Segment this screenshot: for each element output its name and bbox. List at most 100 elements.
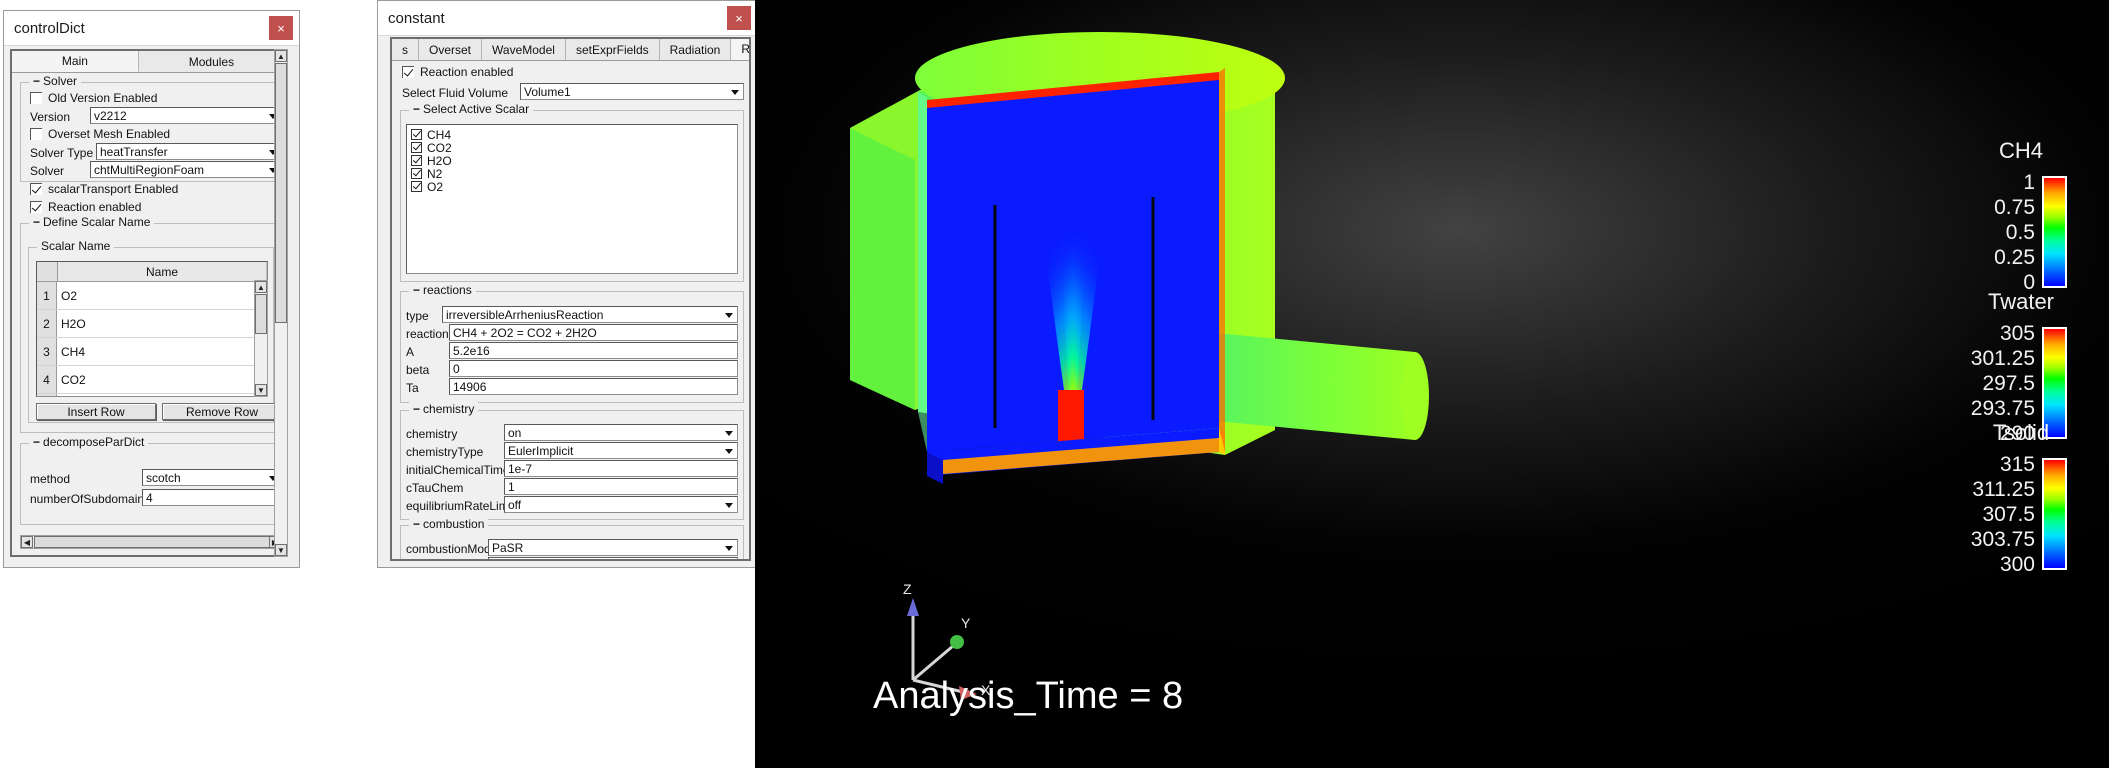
scrollbar-thumb[interactable] (275, 63, 287, 323)
remove-row-button[interactable]: Remove Row (162, 403, 282, 420)
overset-mesh-enabled-checkbox[interactable]: Overset Mesh Enabled (30, 127, 170, 141)
controldict-titlebar[interactable]: controlDict × (4, 11, 299, 46)
table-row[interactable]: 5 (37, 394, 267, 396)
old-version-enabled-checkbox[interactable]: Old Version Enabled (30, 91, 157, 105)
chemistry-type-combo[interactable]: EulerImplicit (504, 442, 738, 459)
reaction-enabled-checkbox[interactable]: Reaction enabled (402, 65, 513, 79)
render-view[interactable]: Z Y X Analysis_Time = 8 CH4 1 0.75 0.5 0… (755, 0, 2109, 768)
scrollbar-thumb[interactable] (255, 294, 267, 334)
scalar-transport-enabled-checkbox[interactable]: scalarTransport Enabled (30, 182, 178, 196)
cmix-input[interactable]: 1 (488, 557, 738, 559)
list-item[interactable]: CO2 (407, 141, 737, 155)
collapse-icon[interactable]: − (33, 435, 40, 449)
tab-setexprfields[interactable]: setExprFields (565, 39, 660, 60)
solver-type-combo[interactable]: heatTransfer (96, 143, 282, 160)
define-scalar-name-label[interactable]: − Define Scalar Name (29, 215, 155, 229)
controldict-horizontal-scrollbar[interactable]: ◀ ▶ (20, 535, 282, 549)
scalar-name-table[interactable]: Name 1 O2 2 H2O 3 CH4 4 CO2 (36, 261, 268, 397)
ctauchem-input[interactable]: 1 (504, 478, 738, 495)
table-row[interactable]: 2 H2O (37, 310, 267, 338)
table-row[interactable]: 3 CH4 (37, 338, 267, 366)
method-combo[interactable]: scotch (142, 469, 282, 486)
collapse-icon[interactable]: − (413, 102, 420, 116)
checkbox-glyph[interactable] (411, 142, 422, 153)
controldict-vertical-scrollbar[interactable]: ▲ ▼ (274, 49, 288, 557)
active-scalar-listbox[interactable]: CH4 CO2 H2O N2 O2 (406, 124, 738, 274)
svg-text:Y: Y (961, 615, 971, 631)
scalar-table-scrollbar[interactable]: ▲ ▼ (254, 280, 268, 397)
checkbox-glyph[interactable] (402, 66, 414, 78)
insert-row-button[interactable]: Insert Row (36, 403, 156, 420)
controldict-window[interactable]: controlDict × Main Modules − Solver Old … (3, 10, 300, 568)
select-active-scalar-label[interactable]: − Select Active Scalar (409, 102, 534, 116)
collapse-icon[interactable]: − (413, 402, 420, 416)
checkbox-glyph[interactable] (411, 181, 422, 192)
checkbox-glyph[interactable] (30, 128, 42, 140)
reaction-enabled-checkbox[interactable]: Reaction enabled (30, 200, 141, 214)
decomposepardict-label[interactable]: − decomposeParDict (29, 435, 149, 449)
scrollbar-thumb[interactable] (34, 536, 270, 548)
table-row[interactable]: 4 CO2 (37, 366, 267, 394)
chemistry-type-label: chemistryType (406, 445, 484, 459)
reaction-type-combo[interactable]: irreversibleArrheniusReaction (442, 306, 738, 323)
constant-window[interactable]: constant × s Overset WaveModel setExprFi… (377, 0, 758, 568)
constant-titlebar[interactable]: constant × (378, 1, 757, 36)
checkbox-glyph[interactable] (411, 168, 422, 179)
legend-title: Tsolid (1992, 420, 2050, 445)
reaction-beta-input[interactable]: 0 (449, 360, 738, 377)
list-item[interactable]: O2 (407, 180, 737, 194)
initial-chemical-timestep-input[interactable]: 1e-7 (504, 460, 738, 477)
tab-wavemodel[interactable]: WaveModel (482, 39, 566, 60)
checkbox-glyph[interactable] (411, 155, 422, 166)
table-corner (37, 262, 58, 281)
scroll-down-icon[interactable]: ▼ (255, 384, 267, 396)
reaction-equation-input[interactable]: CH4 + 2O2 = CO2 + 2H2O (449, 324, 738, 341)
select-fluid-volume-combo[interactable]: Volume1 (520, 83, 744, 100)
controldict-tabbar[interactable]: Main Modules (12, 51, 285, 73)
reactions-group-label[interactable]: − reactions (409, 283, 476, 297)
constant-tabbar[interactable]: s Overset WaveModel setExprFields Radiat… (392, 39, 749, 61)
collapse-icon[interactable]: − (413, 283, 420, 297)
tab-radiation[interactable]: Radiation (659, 39, 732, 60)
reaction-a-input[interactable]: 5.2e16 (449, 342, 738, 359)
reaction-ta-input[interactable]: 14906 (449, 378, 738, 395)
tab-modules[interactable]: Modules (138, 51, 285, 72)
combustion-model-combo[interactable]: PaSR (488, 539, 738, 556)
chemistry-group-label[interactable]: − chemistry (409, 402, 479, 416)
select-fluid-volume-label: Select Fluid Volume (402, 86, 509, 100)
solver-combo[interactable]: chtMultiRegionFoam (90, 161, 282, 178)
colorbar[interactable] (2042, 176, 2067, 288)
scroll-down-icon[interactable]: ▼ (275, 544, 287, 556)
table-row[interactable]: 1 O2 (37, 282, 267, 310)
collapse-icon[interactable]: − (413, 517, 420, 531)
tab-reaction[interactable]: Reaction (731, 39, 749, 60)
solver-group-label[interactable]: − Solver (29, 74, 82, 88)
collapse-icon[interactable]: − (33, 215, 40, 229)
scroll-up-icon[interactable]: ▲ (255, 281, 267, 293)
tab-s[interactable]: s (392, 39, 419, 60)
equilibrium-rate-limiter-combo[interactable]: off (504, 496, 738, 513)
scroll-left-icon[interactable]: ◀ (21, 536, 33, 548)
list-item[interactable]: N2 (407, 167, 737, 181)
scroll-up-icon[interactable]: ▲ (275, 50, 287, 62)
list-item[interactable]: H2O (407, 154, 737, 168)
legend-ch4: CH4 1 0.75 0.5 0.25 0 (1947, 138, 2097, 298)
colorbar[interactable] (2042, 458, 2067, 570)
version-combo[interactable]: v2212 (90, 107, 282, 124)
close-icon[interactable]: × (727, 6, 751, 30)
column-header-name[interactable]: Name (58, 262, 267, 281)
checkbox-glyph[interactable] (30, 201, 42, 213)
close-icon[interactable]: × (269, 16, 293, 40)
chemistry-combo[interactable]: on (504, 424, 738, 441)
cfd-geometry: Z Y X (850, 32, 1429, 700)
analysis-time-label: Analysis_Time = 8 (873, 675, 1184, 717)
tab-overset[interactable]: Overset (419, 39, 483, 60)
collapse-icon[interactable]: − (33, 74, 40, 88)
checkbox-glyph[interactable] (30, 183, 42, 195)
combustion-group-label[interactable]: − combustion (409, 517, 489, 531)
tab-main[interactable]: Main (12, 51, 139, 72)
checkbox-glyph[interactable] (411, 129, 422, 140)
number-of-subdomains-input[interactable]: 4 (142, 489, 282, 506)
list-item[interactable]: CH4 (407, 128, 737, 142)
checkbox-glyph[interactable] (30, 92, 42, 104)
